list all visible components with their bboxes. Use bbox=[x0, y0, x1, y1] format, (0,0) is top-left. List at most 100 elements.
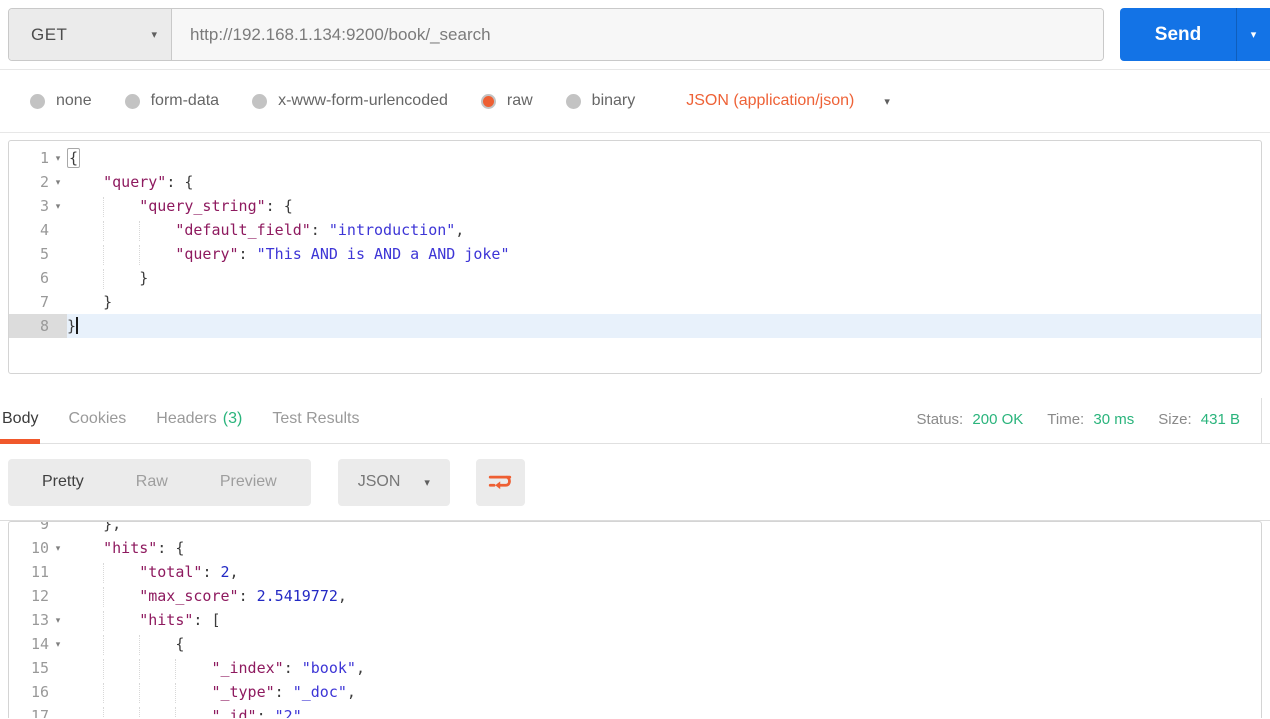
gutter: 11 bbox=[9, 560, 67, 584]
url-control: GET ▾ bbox=[8, 8, 1104, 61]
response-body-editor[interactable]: 9}, 10 ▾ "hits": {11 "total": 2, 12 "max_score… bbox=[8, 521, 1262, 718]
tab-label: Test Results bbox=[272, 410, 360, 427]
time-label: Time: bbox=[1047, 410, 1085, 428]
radio-icon bbox=[252, 93, 268, 109]
radio-form-data[interactable]: form-data bbox=[124, 92, 220, 110]
code-text: "max_score": 2.5419772, bbox=[67, 584, 1261, 608]
gutter: 16 bbox=[9, 680, 67, 704]
fold-arrow-icon[interactable]: ▾ bbox=[49, 194, 67, 218]
radio-raw[interactable]: raw bbox=[480, 92, 533, 110]
line-number: 2 bbox=[39, 173, 49, 191]
code-line-14[interactable]: 14 ▾{ bbox=[9, 632, 1261, 656]
code-line-11[interactable]: 11 "total": 2, bbox=[9, 560, 1261, 584]
gutter: 7 bbox=[9, 290, 67, 314]
fold-arrow-icon[interactable]: ▾ bbox=[49, 170, 67, 194]
code-line-4[interactable]: 4 "default_field": "introduction", bbox=[9, 218, 1261, 242]
code-line-2[interactable]: 2 ▾ "query": { bbox=[9, 170, 1261, 194]
gutter: 17 bbox=[9, 704, 67, 718]
line-number: 1 bbox=[39, 149, 49, 167]
wrap-text-icon bbox=[489, 475, 512, 490]
code-text: "query_string": { bbox=[67, 194, 1261, 218]
code-line-16[interactable]: 16 "_type": "_doc", bbox=[9, 680, 1261, 704]
code-line-17[interactable]: 17 "_id": "2", bbox=[9, 704, 1261, 718]
tab-label: Body bbox=[2, 410, 39, 427]
size-meta: Size: 431 B bbox=[1158, 411, 1240, 428]
code-text: "default_field": "introduction", bbox=[67, 218, 1261, 242]
line-number: 12 bbox=[30, 587, 49, 605]
code-line-12[interactable]: 12 "max_score": 2.5419772, bbox=[9, 584, 1261, 608]
wrap-text-button[interactable] bbox=[475, 458, 525, 506]
send-options-button[interactable]: ▾ bbox=[1236, 8, 1270, 61]
code-text: "_id": "2", bbox=[67, 704, 1261, 718]
format-label: JSON bbox=[357, 473, 401, 490]
size-label: Size: bbox=[1158, 410, 1192, 428]
status-meta: Status: 200 OK bbox=[917, 411, 1024, 428]
divider bbox=[1261, 398, 1262, 443]
gutter: 14 ▾ bbox=[9, 632, 67, 656]
view-mode-pretty[interactable]: Pretty bbox=[16, 473, 110, 491]
status-value: 200 OK bbox=[972, 410, 1024, 428]
code-line-10[interactable]: 10 ▾ "hits": { bbox=[9, 536, 1261, 560]
tab-body[interactable]: Body bbox=[0, 395, 41, 444]
tab-label: Headers bbox=[156, 410, 217, 427]
code-text: "_index": "book", bbox=[67, 656, 1261, 680]
send-label: Send bbox=[1154, 23, 1202, 45]
code-line-9[interactable]: 9}, bbox=[9, 521, 1261, 536]
code-text: "query": "This AND is AND a AND joke" bbox=[67, 242, 1261, 266]
line-number: 7 bbox=[39, 293, 49, 311]
fold-arrow-icon[interactable]: ▾ bbox=[49, 536, 67, 560]
radio-none[interactable]: none bbox=[30, 92, 92, 110]
code-line-7[interactable]: 7} bbox=[9, 290, 1261, 314]
code-line-13[interactable]: 13 ▾ "hits": [ bbox=[9, 608, 1261, 632]
headers-count-badge: (3) bbox=[222, 410, 243, 427]
code-text: "hits": [ bbox=[67, 608, 1261, 632]
gutter: 1 ▾ bbox=[9, 146, 67, 170]
code-line-15[interactable]: 15 "_index": "book", bbox=[9, 656, 1261, 680]
code-text: "_type": "_doc", bbox=[67, 680, 1261, 704]
content-type-select[interactable]: JSON (application/json) ▾ bbox=[686, 92, 890, 110]
time-meta: Time: 30 ms bbox=[1047, 411, 1134, 428]
response-format-select[interactable]: JSON ▾ bbox=[337, 458, 450, 506]
chevron-down-icon: ▾ bbox=[884, 95, 890, 108]
fold-arrow-icon[interactable]: ▾ bbox=[49, 146, 67, 170]
gutter: 9 bbox=[9, 522, 67, 536]
method-select[interactable]: GET ▾ bbox=[9, 9, 172, 60]
code-text: { bbox=[67, 632, 1261, 656]
response-tabs: Body Cookies Headers (3) Test Results St… bbox=[0, 395, 1270, 444]
gutter: 4 bbox=[9, 218, 67, 242]
code-text: "hits": { bbox=[103, 539, 185, 557]
response-toolbar: Pretty Raw Preview JSON ▾ bbox=[0, 444, 1270, 521]
radio-binary[interactable]: binary bbox=[565, 92, 635, 110]
tab-test-results[interactable]: Test Results bbox=[270, 395, 361, 443]
view-mode-label: Preview bbox=[219, 473, 277, 490]
line-number: 3 bbox=[39, 197, 49, 215]
radio-label: form-data bbox=[150, 92, 220, 109]
line-number: 14 bbox=[30, 635, 49, 653]
view-mode-raw[interactable]: Raw bbox=[110, 473, 194, 491]
code-text: }, bbox=[103, 521, 122, 533]
request-body-editor[interactable]: 1 ▾{2 ▾ "query": {3 ▾ "query_string": {4 "defa… bbox=[8, 140, 1262, 374]
fold-arrow-icon[interactable]: ▾ bbox=[49, 632, 67, 656]
radio-x-www-form-urlencoded[interactable]: x-www-form-urlencoded bbox=[252, 92, 448, 110]
code-line-8[interactable]: 8} bbox=[9, 314, 1261, 338]
code-line-1[interactable]: 1 ▾{ bbox=[9, 146, 1261, 170]
code-text: } bbox=[67, 266, 1261, 290]
code-line-6[interactable]: 6} bbox=[9, 266, 1261, 290]
radio-icon bbox=[565, 93, 581, 109]
code-text: "total": 2, bbox=[67, 560, 1261, 584]
radio-icon bbox=[480, 93, 496, 109]
fold-arrow-icon[interactable]: ▾ bbox=[49, 608, 67, 632]
tab-headers[interactable]: Headers (3) bbox=[154, 395, 244, 443]
line-number: 16 bbox=[30, 683, 49, 701]
send-button[interactable]: Send bbox=[1120, 8, 1236, 61]
code-line-3[interactable]: 3 ▾ "query_string": { bbox=[9, 194, 1261, 218]
gutter: 5 bbox=[9, 242, 67, 266]
gutter: 3 ▾ bbox=[9, 194, 67, 218]
code-text: } bbox=[67, 314, 1261, 338]
url-input[interactable] bbox=[172, 9, 1103, 60]
view-mode-preview[interactable]: Preview bbox=[194, 473, 303, 491]
tab-cookies[interactable]: Cookies bbox=[66, 395, 128, 443]
gutter: 13 ▾ bbox=[9, 608, 67, 632]
view-mode-label: Pretty bbox=[42, 473, 84, 490]
code-line-5[interactable]: 5 "query": "This AND is AND a AND joke" bbox=[9, 242, 1261, 266]
